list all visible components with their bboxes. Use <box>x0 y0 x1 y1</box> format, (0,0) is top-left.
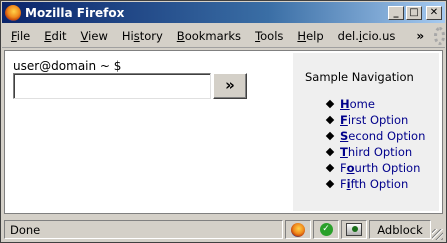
bullet-icon <box>325 147 335 157</box>
menu-history[interactable]: History <box>115 29 170 43</box>
navigation-list: Home First Option Second Option Third Op… <box>325 96 425 192</box>
check-icon: ✓ <box>319 223 333 236</box>
security-status-cell[interactable]: ✓ <box>313 220 339 239</box>
extension-status-cell[interactable] <box>341 220 367 239</box>
menu-tools[interactable]: Tools <box>248 29 290 43</box>
menu-edit[interactable]: Edit <box>37 29 73 43</box>
nav-link-first-option[interactable]: First Option <box>340 113 408 127</box>
nav-item-fourth-option: Fourth Option <box>325 160 425 176</box>
submit-button[interactable]: » <box>213 73 247 99</box>
close-button[interactable]: ✕ <box>426 5 442 20</box>
bullet-icon <box>325 179 335 189</box>
firefox-status-cell[interactable] <box>285 220 311 239</box>
adblock-button[interactable]: Adblock <box>369 220 431 239</box>
bullet-icon <box>325 99 335 109</box>
menu-file[interactable]: File <box>2 29 37 43</box>
browser-window: Mozilla Firefox _ □ ✕ File Edit View His… <box>0 0 447 243</box>
firefox-icon <box>291 222 305 237</box>
bullet-icon <box>325 163 335 173</box>
page-content: user@domain ~ $ » Sample Navigation Home… <box>4 50 443 214</box>
menu-delicious[interactable]: del.icio.us <box>331 29 403 43</box>
nav-link-fifth-option[interactable]: Fifth Option <box>340 177 408 191</box>
nav-link-home[interactable]: Home <box>340 97 375 111</box>
extension-icon <box>346 223 362 236</box>
nav-item-fifth-option: Fifth Option <box>325 176 425 192</box>
nav-item-third-option: Third Option <box>325 144 425 160</box>
bullet-icon <box>325 115 335 125</box>
nav-item-home: Home <box>325 96 425 112</box>
command-input[interactable] <box>13 73 211 99</box>
nav-link-third-option[interactable]: Third Option <box>340 145 412 159</box>
nav-item-second-option: Second Option <box>325 128 425 144</box>
menu-view[interactable]: View <box>74 29 115 43</box>
nav-link-second-option[interactable]: Second Option <box>340 129 425 143</box>
nav-link-fourth-option[interactable]: Fourth Option <box>340 161 420 175</box>
bullet-icon <box>325 131 335 141</box>
nav-item-first-option: First Option <box>325 112 425 128</box>
throbber-icon <box>434 26 445 45</box>
menu-bar: File Edit View History Bookmarks Tools H… <box>2 24 445 48</box>
menu-overflow-chevron-icon[interactable]: » <box>416 29 424 43</box>
window-title: Mozilla Firefox <box>25 5 125 20</box>
navigation-title: Sample Navigation <box>305 70 414 84</box>
firefox-logo-icon <box>5 4 21 21</box>
title-bar[interactable]: Mozilla Firefox _ □ ✕ <box>2 2 445 23</box>
maximize-button[interactable]: □ <box>406 5 422 20</box>
status-bar: Done ✓ Adblock <box>2 217 445 242</box>
shell-prompt: user@domain ~ $ <box>13 59 122 73</box>
menu-help[interactable]: Help <box>290 29 330 43</box>
status-text: Done <box>4 220 283 239</box>
resize-grip-icon[interactable] <box>432 229 443 240</box>
navigation-panel: Sample Navigation Home First Option Seco… <box>293 53 439 211</box>
menu-bookmarks[interactable]: Bookmarks <box>170 29 248 43</box>
minimize-button[interactable]: _ <box>388 5 404 20</box>
